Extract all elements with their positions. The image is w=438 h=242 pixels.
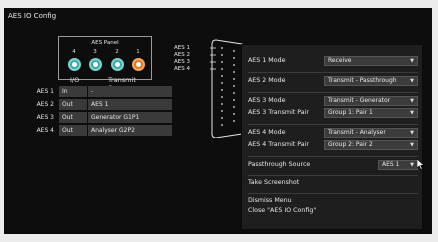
divider — [248, 175, 418, 176]
menu-row-aes3-pair: AES 3 Transmit Pair Group 1: Pair 1 ▼ — [242, 107, 422, 119]
menu-row-passthrough: Passthrough Source AES 1 ▼ — [242, 159, 422, 171]
dropdown-arrow-icon: ▼ — [410, 110, 414, 116]
menu-row-label: AES 1 Mode — [248, 57, 286, 64]
aes3-pair-dropdown[interactable]: Group 1: Pair 1 ▼ — [324, 108, 418, 118]
menu-row-label: AES 4 Transmit Pair — [248, 141, 309, 148]
menu-row-aes1-mode: AES 1 Mode Receive ▼ — [242, 55, 422, 67]
divider — [248, 193, 418, 194]
port-number: 3 — [93, 49, 97, 55]
source-cell[interactable]: Analyser G2P2 — [88, 125, 172, 136]
close-window-item[interactable]: Close "AES IO Config" — [248, 207, 316, 214]
row-label: AES 2 — [36, 101, 54, 108]
dropdown-value: Transmit - Generator — [328, 97, 391, 104]
aes-port-2[interactable]: 2 — [110, 49, 124, 71]
connector-label: AES 3 — [174, 59, 190, 65]
dropdown-value: Transmit - Passthrough — [328, 77, 397, 84]
dropdown-value: Group 1: Pair 1 — [328, 109, 373, 116]
menu-row-label: AES 4 Mode — [248, 129, 286, 136]
connector-label: AES 4 — [174, 66, 190, 72]
menu-row-aes4-mode: AES 4 Mode Transmit - Analyser ▼ — [242, 127, 422, 139]
dismiss-menu-item[interactable]: Dismiss Menu — [248, 197, 292, 204]
aes-port-1[interactable]: 1 — [131, 49, 145, 71]
take-screenshot-item[interactable]: Take Screenshot — [248, 179, 299, 186]
menu-row-label: AES 3 Mode — [248, 97, 286, 104]
dropdown-arrow-icon: ▼ — [410, 142, 414, 148]
bnc-connector-icon — [110, 58, 124, 71]
io-cell[interactable]: Out — [59, 99, 87, 110]
divider — [248, 156, 418, 157]
port-number: 1 — [136, 49, 140, 55]
dropdown-value: Receive — [328, 57, 352, 64]
aes2-mode-dropdown[interactable]: Transmit - Passthrough ▼ — [324, 76, 418, 86]
dropdown-arrow-icon: ▼ — [410, 78, 414, 84]
divider — [248, 72, 418, 73]
divider — [248, 92, 418, 93]
bnc-connector-icon — [131, 58, 145, 71]
row-label: AES 1 — [36, 88, 54, 95]
window-title: AES IO Config — [8, 12, 57, 20]
aes-panel: AES Panel 4 3 2 1 — [58, 36, 152, 80]
menu-row-aes2-mode: AES 2 Mode Transmit - Passthrough ▼ — [242, 75, 422, 87]
io-header: I/O — [70, 76, 80, 84]
dropdown-value: AES 1 — [382, 161, 400, 168]
context-menu: AES 1 Mode Receive ▼ AES 2 Mode Transmit… — [241, 44, 423, 230]
connector-label: AES 2 — [174, 52, 190, 58]
dropdown-value: Group 2: Pair 2 — [328, 141, 373, 148]
row-label: AES 3 — [36, 114, 54, 121]
aes4-mode-dropdown[interactable]: Transmit - Analyser ▼ — [324, 128, 418, 138]
bnc-connector-icon — [67, 58, 81, 71]
aes1-mode-dropdown[interactable]: Receive ▼ — [324, 56, 418, 66]
source-cell[interactable]: Generator G1P1 — [88, 112, 172, 123]
dropdown-arrow-icon: ▼ — [410, 98, 414, 104]
menu-row-label: AES 3 Transmit Pair — [248, 109, 309, 116]
aes-port-3[interactable]: 3 — [88, 49, 102, 71]
menu-row-aes3-mode: AES 3 Mode Transmit - Generator ▼ — [242, 95, 422, 107]
connector-label: AES 1 — [174, 45, 190, 51]
dropdown-arrow-icon: ▼ — [410, 162, 414, 168]
divider — [248, 124, 418, 125]
aes-panel-title: AES Panel — [91, 40, 119, 46]
aes-port-4[interactable]: 4 — [67, 49, 81, 71]
dropdown-arrow-icon: ▼ — [410, 130, 414, 136]
bnc-connector-icon — [88, 58, 102, 71]
menu-row-aes4-pair: AES 4 Transmit Pair Group 2: Pair 2 ▼ — [242, 139, 422, 151]
port-number: 2 — [115, 49, 119, 55]
dropdown-arrow-icon: ▼ — [410, 58, 414, 64]
source-cell[interactable]: - — [88, 86, 172, 97]
port-number: 4 — [72, 49, 76, 55]
aes4-pair-dropdown[interactable]: Group 2: Pair 2 ▼ — [324, 140, 418, 150]
dropdown-value: Transmit - Analyser — [328, 129, 386, 136]
io-cell[interactable]: Out — [59, 112, 87, 123]
row-label: AES 4 — [36, 127, 54, 134]
mouse-cursor-icon — [417, 159, 425, 170]
menu-row-label: AES 2 Mode — [248, 77, 286, 84]
source-cell[interactable]: AES 1 — [88, 99, 172, 110]
aes3-mode-dropdown[interactable]: Transmit - Generator ▼ — [324, 96, 418, 106]
passthrough-source-dropdown[interactable]: AES 1 ▼ — [378, 160, 418, 170]
io-cell[interactable]: Out — [59, 125, 87, 136]
io-cell[interactable]: In — [59, 86, 87, 97]
menu-row-label: Passthrough Source — [248, 161, 311, 168]
